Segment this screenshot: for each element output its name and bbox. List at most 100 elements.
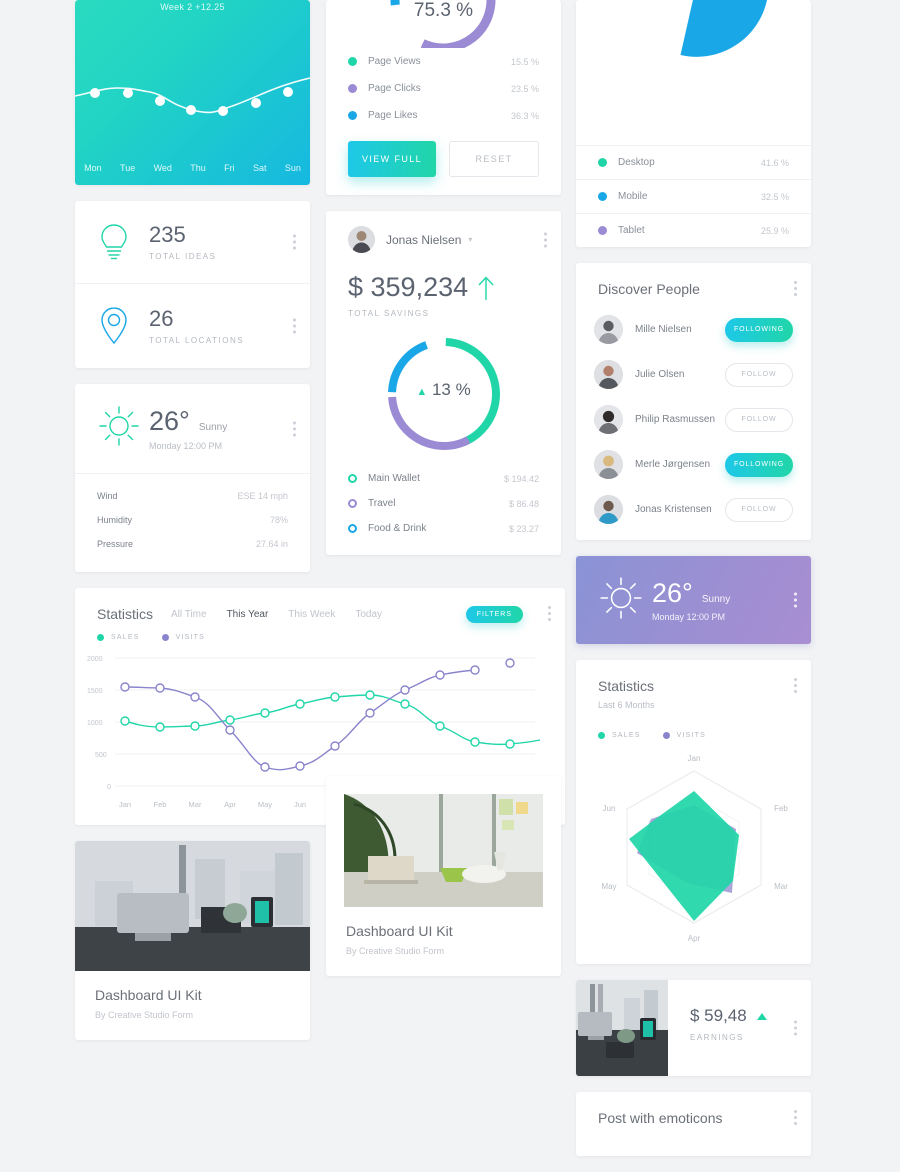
svg-text:Jan: Jan (119, 800, 131, 809)
wallet-value: $ 86.48 (508, 498, 539, 509)
earnings-photo (576, 980, 668, 1076)
list-item: Julie Olsen FOLLOW (576, 352, 811, 397)
wallet-value: $ 23.27 (508, 523, 539, 534)
weather-time: Monday 12:00 PM (149, 441, 223, 451)
legend-dot (348, 111, 357, 120)
wallet-row-travel[interactable]: Travel $ 86.48 (326, 491, 561, 516)
person-name: Philip Rasmussen (635, 414, 716, 425)
stat-ideas-menu-icon[interactable] (293, 234, 296, 250)
person-name: Julie Olsen (635, 369, 685, 380)
degree-symbol: ° (682, 578, 693, 608)
legend-value: 23.5 % (510, 83, 539, 94)
weather-detail-pressure: Pressure 27.64 in (97, 532, 288, 556)
workspace-photo (344, 794, 543, 907)
svg-text:May: May (258, 800, 272, 809)
wallet-dot (348, 474, 357, 483)
wallet-row-food[interactable]: Food & Drink $ 23.27 (326, 516, 561, 541)
wallet-row-main[interactable]: Main Wallet $ 194.42 (326, 466, 561, 491)
image-card-middle-body: Dashboard UI Kit By Creative Studio Form (326, 907, 561, 976)
earnings-caption: EARNINGS (690, 1033, 744, 1042)
emoticons-header: Post with emoticons (576, 1092, 811, 1156)
donut-center-value: 75.3 % (413, 0, 474, 21)
weather-temperature: 26 ° Sunny (149, 406, 227, 437)
discover-menu-icon[interactable] (794, 281, 797, 296)
follow-toggle-button[interactable]: FOLLOW (725, 407, 793, 432)
savings-ring-value: ▲ 13 % (326, 380, 561, 400)
weather-condition: Sunny (198, 422, 228, 433)
view-full-button[interactable]: VIEW FULL (348, 141, 436, 177)
detail-value: ESE 14 mph (237, 491, 288, 501)
detail-value: 78% (269, 515, 288, 525)
day-label: Fri (224, 163, 235, 173)
savings-caption: TOTAL SAVINGS (348, 309, 430, 318)
emoticons-menu-icon[interactable] (794, 1110, 797, 1125)
wallet-dot (348, 524, 357, 533)
earnings-menu-icon[interactable] (794, 1020, 797, 1036)
stat-locations-menu-icon[interactable] (293, 318, 296, 334)
weather-main: 26 ° Sunny Monday 12:00 PM (75, 384, 310, 473)
svg-text:500: 500 (95, 752, 107, 759)
follow-toggle-button[interactable]: FOLLOWING (725, 317, 793, 342)
svg-text:2000: 2000 (87, 656, 103, 663)
savings-menu-icon[interactable] (544, 232, 547, 247)
temp-value: 26 (652, 578, 683, 608)
weekly-chart-day-labels: Mon Tue Wed Thu Fri Sat Sun (75, 163, 310, 173)
legend-row-desktop: Desktop 41.6 % (576, 145, 811, 179)
wallet-dot (348, 499, 357, 508)
follow-toggle-button[interactable]: FOLLOWING (725, 452, 793, 477)
person-name: Mille Nielsen (635, 324, 692, 335)
savings-amount-row: $ 359,234 (326, 268, 561, 303)
legend-row-mobile: Mobile 32.5 % (576, 179, 811, 213)
detail-key: Humidity (97, 515, 133, 525)
legend-item-sales: SALES (598, 732, 641, 739)
stat-number: 26 (149, 306, 174, 332)
legend-value: 36.3 % (510, 110, 539, 121)
list-item: Jonas Kristensen FOLLOW (576, 487, 811, 540)
stats-summary-card: 235 TOTAL IDEAS 26 TOTAL LOCATIONS (75, 201, 310, 368)
image-card-left[interactable]: Dashboard UI Kit By Creative Studio Form (75, 841, 310, 1040)
weather-details-list: Wind ESE 14 mph Humidity 78% Pressure 27… (75, 473, 310, 572)
follow-toggle-button[interactable]: FOLLOW (725, 362, 793, 387)
legend-dot-sales (97, 634, 104, 641)
tab-all-time[interactable]: All Time (171, 609, 207, 620)
weather-menu-icon[interactable] (293, 421, 296, 436)
left-column: Week 2 +12.25 Mon Tue Wed Thu Fri Sat Su… (75, 0, 565, 1056)
svg-text:Jun: Jun (602, 804, 615, 813)
person-name: Merle Jørgensen (635, 459, 711, 470)
follow-toggle-button[interactable]: FOLLOW (725, 497, 793, 522)
legend-label: VISITS (676, 732, 706, 739)
avatar (594, 360, 623, 389)
list-item: Philip Rasmussen FOLLOW (576, 397, 811, 442)
savings-card: Jonas Nielsen ▾ $ 359,234 TOTAL SAVINGS (326, 211, 561, 555)
reset-button[interactable]: RESET (449, 141, 539, 177)
legend-dot-sales (598, 732, 605, 739)
wallet-value: $ 194.42 (503, 473, 539, 484)
wallet-label: Travel (368, 498, 396, 509)
triangle-up-icon: ▲ (416, 386, 428, 398)
legend-row-page-views: Page Views 15.5 % (326, 48, 561, 75)
day-label: Wed (153, 163, 172, 173)
chevron-down-icon[interactable]: ▾ (468, 235, 472, 244)
svg-text:1500: 1500 (87, 688, 103, 695)
page-title: Statistics (598, 678, 655, 694)
svg-text:Jan: Jan (687, 754, 700, 763)
image-card-title: Dashboard UI Kit (95, 987, 202, 1003)
legend-row-tablet: Tablet 25.9 % (576, 213, 811, 247)
tab-this-year[interactable]: This Year (227, 609, 269, 620)
legend-row-page-likes: Page Likes 36.3 % (326, 102, 561, 129)
earnings-amount-row: $ 59,48 (690, 1006, 811, 1026)
person-name: Jonas Kristensen (635, 504, 712, 515)
image-card-author: By Creative Studio Form (95, 1010, 194, 1020)
donut-card-actions: VIEW FULL RESET (326, 129, 561, 177)
legend-item-visits: VISITS (662, 732, 706, 739)
legend-dot (598, 158, 607, 167)
legend-label: Mobile (618, 191, 648, 202)
wallet-label: Food & Drink (368, 523, 427, 534)
image-card-middle[interactable]: Dashboard UI Kit By Creative Studio Form (326, 776, 561, 976)
radar-menu-icon[interactable] (794, 678, 797, 693)
page-title: Discover People (598, 281, 700, 297)
weather-purple-menu-icon[interactable] (794, 592, 797, 608)
legend-dot-visits (662, 732, 670, 739)
weekly-chart-card: Week 2 +12.25 Mon Tue Wed Thu Fri Sat Su… (75, 0, 310, 185)
stat-row-total-ideas: 235 TOTAL IDEAS (75, 201, 310, 283)
